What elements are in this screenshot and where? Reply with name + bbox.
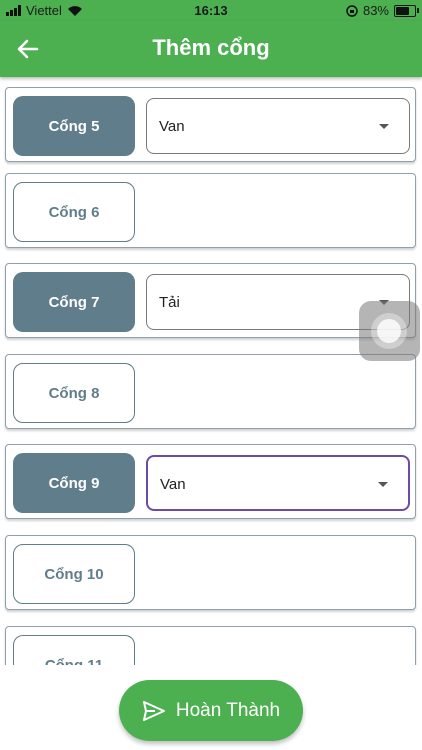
gate-toggle[interactable]: Cổng 7 — [13, 272, 135, 332]
type-dropdown[interactable]: Van — [146, 98, 410, 154]
app-bar: Thêm cổng — [0, 21, 422, 77]
finish-label: Hoàn Thành — [175, 699, 281, 721]
gate-card: Cổng 5 Van — [5, 87, 416, 162]
gate-toggle[interactable]: Cổng 9 — [13, 453, 135, 513]
gate-card: Cổng 6 — [5, 173, 416, 248]
gate-card: Cổng 7 Tải — [5, 263, 416, 338]
type-value: Van — [159, 118, 185, 135]
status-bar: Viettel 16:13 83% — [0, 0, 422, 21]
gate-toggle[interactable]: Cổng 8 — [13, 363, 135, 423]
page-title: Thêm cổng — [152, 35, 270, 60]
gate-toggle[interactable]: Cổng 6 — [13, 182, 135, 242]
caret-down-icon — [379, 124, 389, 129]
assistive-dot-icon — [377, 319, 401, 343]
type-value: Van — [160, 476, 186, 493]
caret-down-icon — [378, 482, 388, 487]
assistive-touch-button[interactable] — [359, 301, 420, 361]
status-right: 83% — [346, 3, 419, 18]
orientation-lock-icon — [346, 4, 358, 17]
gate-card: Cổng 10 — [5, 535, 416, 610]
send-icon — [142, 700, 165, 721]
gate-card: Cổng 8 — [5, 354, 416, 429]
battery-icon — [394, 4, 419, 17]
type-value: Tải — [159, 294, 180, 311]
gate-toggle[interactable]: Cổng 11 — [13, 635, 135, 665]
gate-card: Cổng 9 Van — [5, 444, 416, 519]
type-dropdown[interactable]: Van — [146, 455, 410, 511]
battery-percent: 83% — [362, 3, 389, 18]
finish-button[interactable]: Hoàn Thành — [119, 680, 303, 741]
gate-toggle[interactable]: Cổng 10 — [13, 544, 135, 604]
gate-list[interactable]: Cổng 5 Van Cổng 6 Cổng 7 Tải Cổng 8 Cổng… — [0, 77, 422, 665]
gate-card: Cổng 11 — [5, 626, 416, 665]
gate-toggle[interactable]: Cổng 5 — [13, 96, 135, 156]
